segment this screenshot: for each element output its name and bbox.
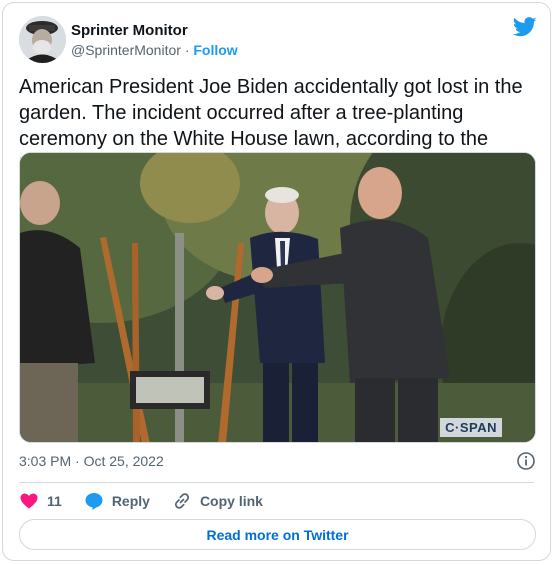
- reply-bubble-icon: [85, 493, 103, 510]
- avatar[interactable]: [19, 16, 66, 63]
- separator-dot: ·: [184, 42, 190, 58]
- like-count: 11: [47, 493, 62, 509]
- media-still-image: [20, 153, 535, 442]
- follow-button[interactable]: Follow: [193, 42, 237, 58]
- tweet-actions: 11 Reply Copy link: [19, 488, 285, 514]
- tweet-card: Sprinter Monitor @SprinterMonitor · Foll…: [2, 2, 551, 561]
- tweet-timestamp[interactable]: 3:03 PM · Oct 25, 2022: [19, 453, 164, 469]
- copy-link-label: Copy link: [199, 493, 263, 509]
- info-icon[interactable]: [516, 451, 536, 471]
- reply-label: Reply: [111, 493, 150, 509]
- twitter-bird-icon[interactable]: [513, 17, 537, 37]
- like-button[interactable]: 11: [19, 491, 62, 511]
- divider: [19, 482, 534, 483]
- author-handle[interactable]: @SprinterMonitor: [71, 42, 181, 58]
- copy-link-button[interactable]: Copy link: [172, 491, 263, 511]
- author-handle-row: @SprinterMonitor · Follow: [71, 42, 238, 58]
- cspan-watermark: C·SPAN: [440, 418, 502, 437]
- heart-icon: [20, 493, 38, 509]
- avatar-image: [19, 16, 66, 63]
- read-more-button[interactable]: Read more on Twitter: [19, 519, 536, 550]
- reply-button[interactable]: Reply: [84, 491, 150, 511]
- link-icon: [174, 493, 189, 509]
- author-name[interactable]: Sprinter Monitor: [71, 22, 188, 39]
- tweet-media-video[interactable]: C·SPAN: [19, 152, 536, 443]
